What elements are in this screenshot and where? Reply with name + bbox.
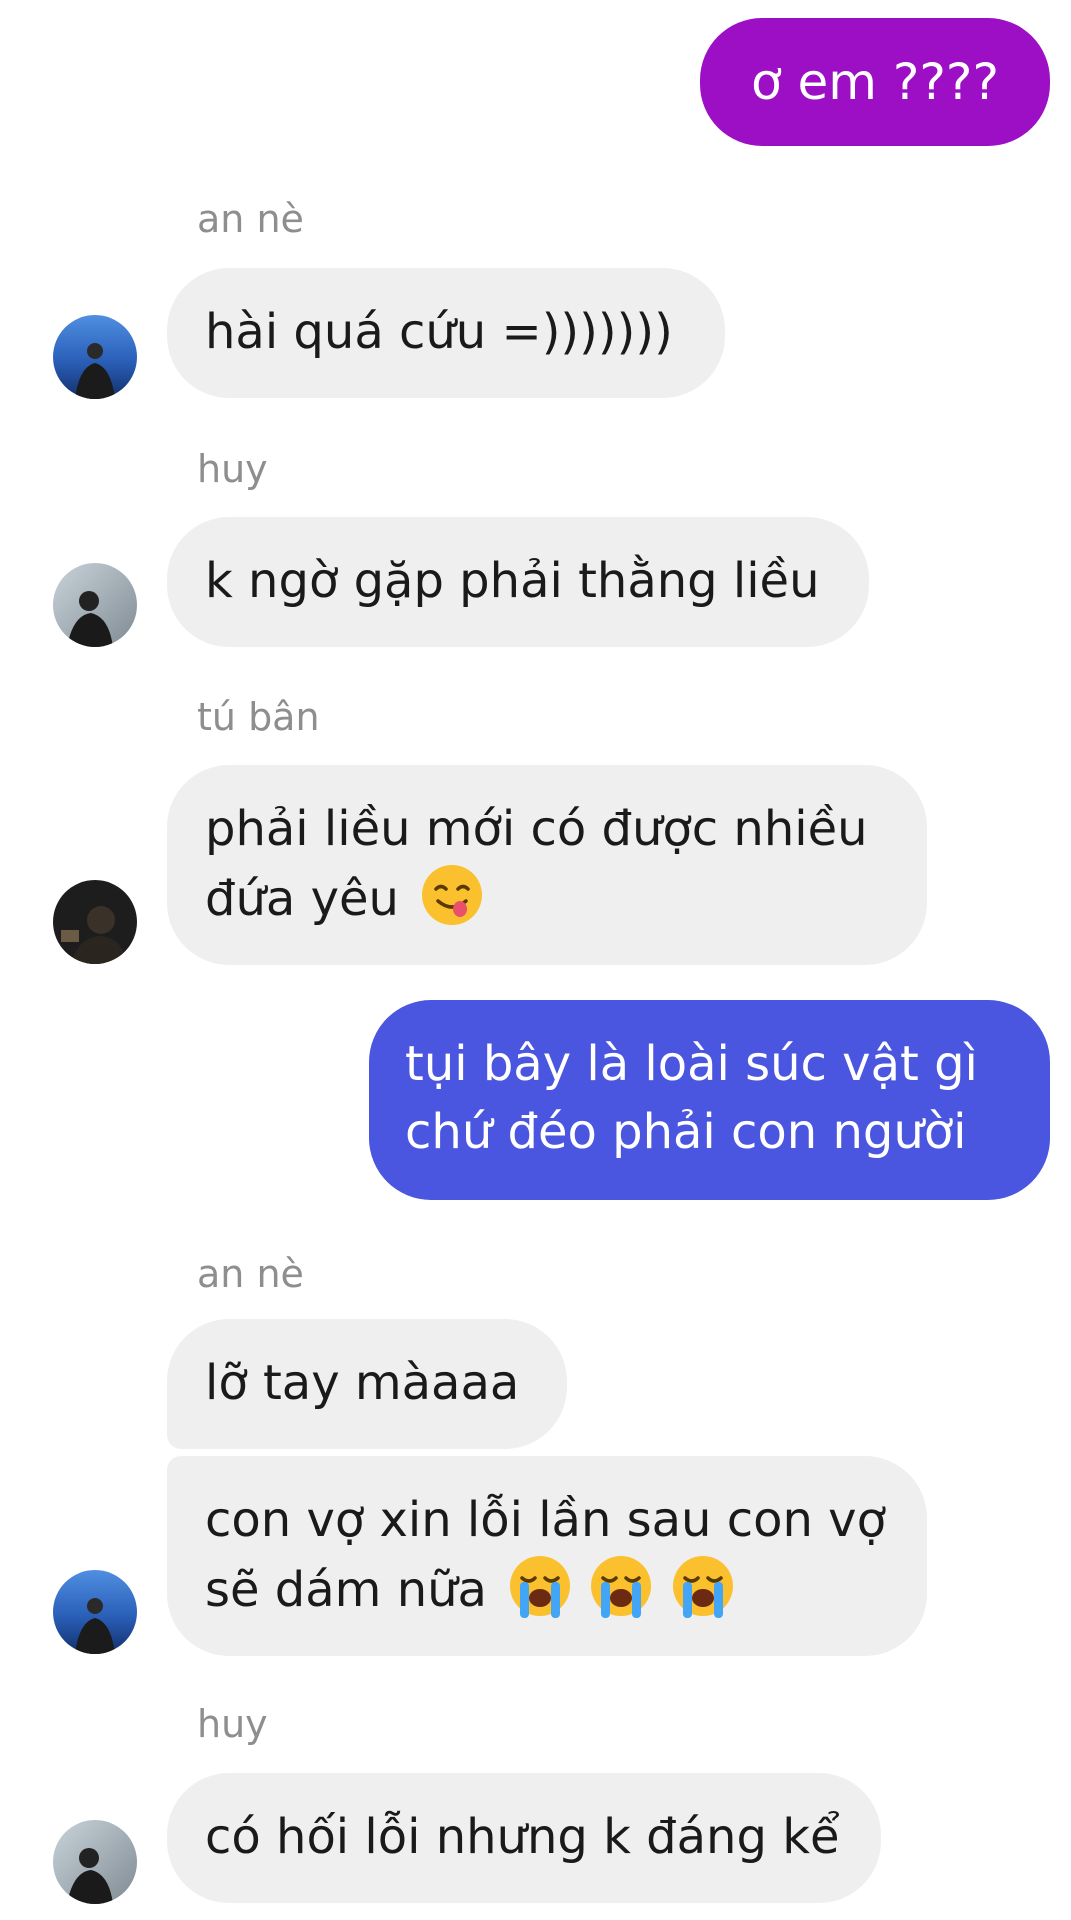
message-text-line: con vợ xin lỗi lần sau con vợ <box>205 1492 886 1548</box>
loudly-crying-face-icon <box>589 1554 653 1618</box>
message-text-line: tụi bây là loài súc vật gì <box>405 1036 978 1092</box>
avatar-an-ne[interactable] <box>53 1570 137 1654</box>
sender-name: an nè <box>197 197 304 241</box>
face-savoring-food-icon <box>420 863 484 927</box>
message-text: k ngờ gặp phải thằng liều <box>205 553 820 609</box>
avatar-huy[interactable] <box>53 1820 137 1904</box>
message-text-line: phải liều mới có được nhiều <box>205 801 868 857</box>
sender-name: an nè <box>197 1252 304 1296</box>
message-text-line: sẽ dám nữa <box>205 1562 487 1618</box>
message-text: hài quá cứu =))))))) <box>205 304 673 360</box>
avatar-an-ne[interactable] <box>53 315 137 399</box>
incoming-message-bubble[interactable]: lỡ tay màaaa <box>167 1319 567 1449</box>
outgoing-message-bubble[interactable]: tụi bây là loài súc vật gì chứ đéo phải … <box>369 1000 1050 1200</box>
outgoing-message-bubble[interactable]: ơ em ???? <box>700 18 1050 146</box>
message-text: lỡ tay màaaa <box>205 1355 520 1411</box>
sender-name: huy <box>197 447 268 491</box>
message-text-line: chứ đéo phải con người <box>405 1104 967 1160</box>
incoming-message-bubble[interactable]: phải liều mới có được nhiều đứa yêu <box>167 765 927 965</box>
loudly-crying-face-icon <box>508 1554 572 1618</box>
sender-name: huy <box>197 1702 268 1746</box>
incoming-message-bubble[interactable]: hài quá cứu =))))))) <box>167 268 725 398</box>
incoming-message-bubble[interactable]: con vợ xin lỗi lần sau con vợ sẽ dám nữa <box>167 1456 927 1656</box>
message-text: ơ em ???? <box>751 53 999 111</box>
incoming-message-bubble[interactable]: k ngờ gặp phải thằng liều <box>167 517 869 647</box>
incoming-message-bubble[interactable]: có hối lỗi nhưng k đáng kể <box>167 1773 881 1903</box>
message-text-line: đứa yêu <box>205 871 399 927</box>
avatar-tu-ban[interactable] <box>53 880 137 964</box>
loudly-crying-face-icon <box>671 1554 735 1618</box>
avatar-huy[interactable] <box>53 563 137 647</box>
message-text: có hối lỗi nhưng k đáng kể <box>205 1809 840 1865</box>
sender-name: tú bân <box>197 695 320 739</box>
